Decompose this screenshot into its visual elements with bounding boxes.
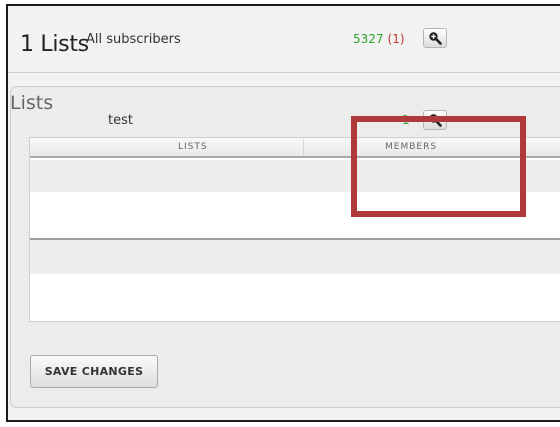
members-highlight-box	[351, 116, 526, 217]
table-row	[30, 240, 560, 274]
save-changes-button[interactable]: SAVE CHANGES	[30, 355, 158, 388]
page-title: 1 Lists	[20, 32, 89, 57]
pending-count: (1)	[387, 32, 405, 46]
header-divider	[8, 72, 560, 73]
magnifier-plus-icon	[429, 32, 442, 45]
member-count: 5327 (1)	[353, 32, 405, 46]
column-header-lists: LISTS	[178, 142, 208, 152]
column-divider	[303, 140, 304, 156]
member-count-value: 5327	[353, 32, 384, 46]
panel-title: Lists	[10, 92, 54, 114]
view-members-button[interactable]	[423, 28, 447, 48]
list-name-test: test	[108, 113, 133, 128]
list-name-all-subscribers: All subscribers	[86, 32, 181, 47]
